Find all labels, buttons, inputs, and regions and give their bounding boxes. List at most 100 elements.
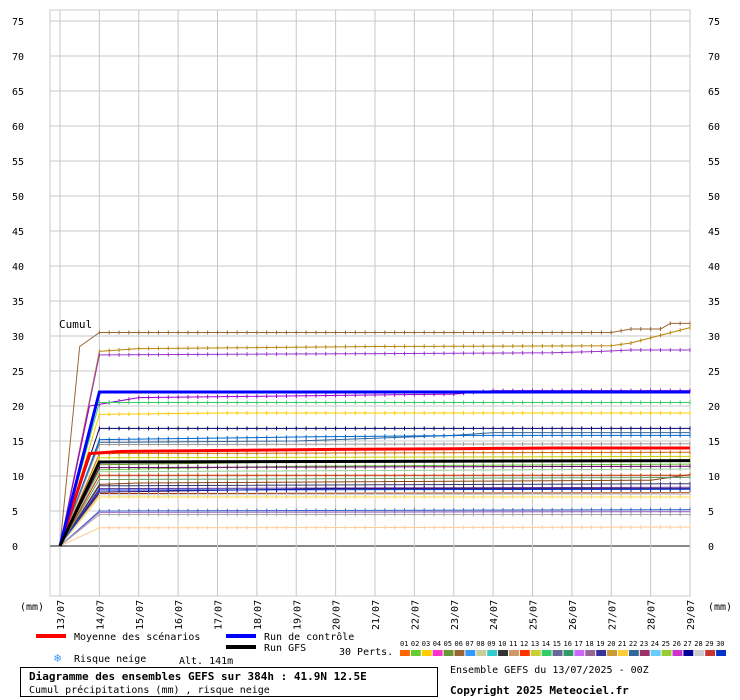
y-tick-label: 50: [12, 192, 24, 203]
perturbation-swatch: [400, 650, 410, 656]
y-tick-label: 35: [12, 297, 24, 308]
perturbation-swatch: [672, 650, 683, 656]
perturbation-swatch: [432, 650, 443, 656]
y-axis-right: 0 5 10 15 20 25 30 35 40 45 50 55 60 65 70 75: [708, 17, 720, 553]
y-tick-label: 0: [12, 542, 18, 553]
perturbation-swatch: [552, 650, 563, 656]
perturbation-swatch: [585, 650, 596, 656]
perturbation-swatch: [487, 650, 498, 656]
perturbation-swatch: [596, 650, 607, 656]
x-tick-label: 18/07: [253, 600, 264, 630]
chart-subtitle: Cumul précipitations (mm) , risque neige: [29, 685, 270, 696]
x-tick-label: 21/07: [371, 600, 382, 630]
perturbation-label: 02: [411, 640, 419, 648]
x-tick-label: 26/07: [568, 600, 579, 630]
y-tick-label: 30: [12, 332, 24, 343]
x-tick-label: 29/07: [686, 600, 697, 630]
run-info: Ensemble GEFS du 13/07/2025 - 00Z: [450, 665, 649, 676]
perturbation-label: 28: [694, 640, 702, 648]
snowflake-icon: ❄: [54, 651, 61, 665]
y-tick-label: 75: [708, 17, 720, 28]
x-tick-label: 13/07: [56, 600, 67, 630]
y-tick-label: 35: [708, 297, 720, 308]
perturbation-label: 01: [400, 640, 408, 648]
perturbation-label: 30: [716, 640, 724, 648]
perturbation-label: 18: [585, 640, 593, 648]
x-tick-label: 25/07: [529, 600, 540, 630]
y-tick-label: 20: [708, 402, 720, 413]
plot-frame: [49, 9, 691, 597]
perturbation-label: 06: [455, 640, 463, 648]
perturbation-label: 21: [618, 640, 626, 648]
y-tick-label: 10: [12, 472, 24, 483]
y-tick-label: 60: [12, 122, 24, 133]
perturbation-swatch: [509, 650, 519, 656]
perturbation-label: 17: [574, 640, 582, 648]
legend: Moyenne des scénarios Run de contrôle Ru…: [36, 631, 726, 667]
chart-title: Diagramme des ensembles GEFS sur 384h : …: [29, 670, 367, 683]
perturbation-swatch: [498, 650, 508, 656]
perturbation-label: 08: [476, 640, 484, 648]
perturbation-swatch: [618, 650, 628, 656]
y-tick-label: 65: [12, 87, 24, 98]
y-tick-label: 45: [12, 227, 24, 238]
y-tick-label: 0: [708, 542, 714, 553]
y-tick-label: 5: [708, 507, 714, 518]
perturbation-legend: 01 02 03 04 05 06 07 08 09 10 11 12 13 14 15 16 17 18 19 20…: [400, 640, 726, 656]
altitude-label: Alt. 141m: [179, 656, 233, 667]
y-tick-label: 70: [12, 52, 24, 63]
x-tick-label: 28/07: [647, 600, 658, 630]
y-tick-label: 5: [12, 507, 18, 518]
perturbation-swatch: [639, 650, 650, 656]
x-axis: 13/07 14/07 15/07 16/07 17/07 18/07 19/07 20/07…: [56, 600, 697, 630]
perturbation-swatch: [476, 650, 487, 656]
legend-label-moyenne: Moyenne des scénarios: [74, 631, 200, 643]
y-tick-label: 60: [708, 122, 720, 133]
perturbation-swatch: [530, 650, 541, 656]
perturbation-swatch: [705, 650, 716, 656]
perturbation-label: 05: [444, 640, 452, 648]
y-tick-label: 15: [708, 437, 720, 448]
perturbation-label: 25: [662, 640, 670, 648]
perturbation-label: 29: [705, 640, 713, 648]
perturbation-swatch: [421, 650, 432, 656]
perturbation-swatch: [443, 650, 454, 656]
perturbation-swatch: [574, 650, 585, 656]
perturbation-label: 09: [487, 640, 495, 648]
perturbation-label: 03: [422, 640, 430, 648]
y-tick-label: 30: [708, 332, 720, 343]
perturbation-label: 07: [465, 640, 473, 648]
perturbation-label: 26: [673, 640, 681, 648]
legend-label-neige: Risque neige: [74, 654, 146, 665]
y-unit-right: (mm): [708, 602, 732, 613]
y-tick-label: 50: [708, 192, 720, 203]
perturbation-label: 11: [509, 640, 517, 648]
perturbation-label: 13: [531, 640, 539, 648]
y-tick-label: 20: [12, 402, 24, 413]
y-tick-label: 25: [708, 367, 720, 378]
perturbation-label: 27: [683, 640, 691, 648]
perturbation-swatch: [661, 650, 672, 656]
y-tick-label: 45: [708, 227, 720, 238]
ensemble-chart: 051015202530354045505560657075 051015202…: [12, 9, 732, 667]
y-tick-label: 55: [708, 157, 720, 168]
y-tick-label: 70: [708, 52, 720, 63]
perturbation-label: 23: [640, 640, 648, 648]
x-tick-label: 22/07: [410, 600, 421, 630]
y-unit-left: (mm): [20, 602, 44, 613]
perturbation-swatch: [650, 650, 661, 656]
y-tick-label: 40: [708, 262, 720, 273]
y-tick-label: 55: [12, 157, 24, 168]
perturbation-swatch: [607, 650, 617, 656]
perturbation-label: 12: [520, 640, 528, 648]
perturbation-label: 10: [498, 640, 506, 648]
info-box: Diagramme des ensembles GEFS sur 384h : …: [20, 667, 438, 697]
perturbation-label: 19: [596, 640, 604, 648]
perturbation-swatch: [683, 650, 694, 656]
perturbation-swatch: [519, 650, 530, 656]
perturbation-label: 24: [651, 640, 659, 648]
x-tick-label: 20/07: [332, 600, 343, 630]
legend-label-controle: Run de contrôle: [264, 631, 354, 643]
x-tick-label: 17/07: [214, 600, 225, 630]
perturbation-swatch: [716, 650, 726, 656]
